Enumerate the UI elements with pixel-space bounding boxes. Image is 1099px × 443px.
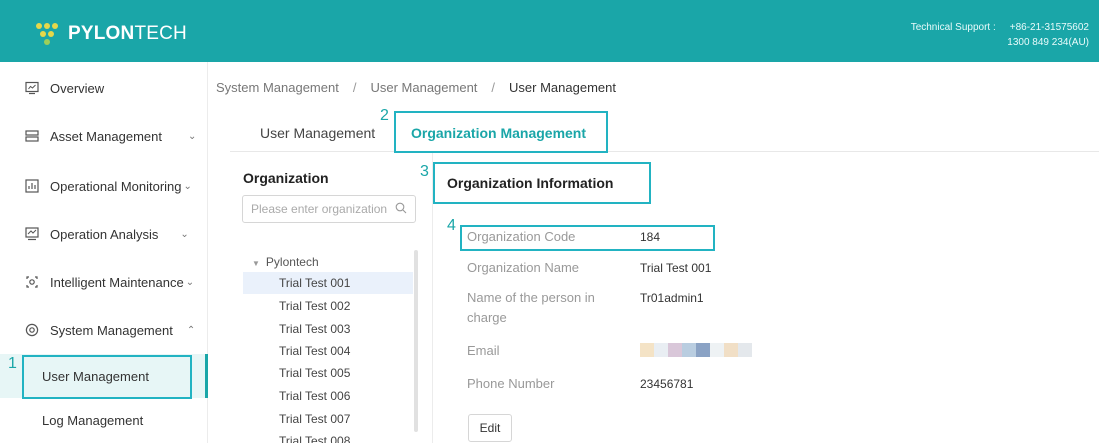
sidebar-item-label: Operational Monitoring [50,178,182,194]
field-label-phone-number: Phone Number [467,376,555,391]
field-value-organization-name: Trial Test 001 [640,261,712,275]
sidebar-item-system-management[interactable]: System Management ⌃ [0,306,208,354]
server-icon [24,128,40,144]
tree-item[interactable]: Trial Test 001 [243,272,413,294]
chevron-down-icon: ⌄ [180,228,189,240]
field-value-person-in-charge: Tr01admin1 [640,291,704,305]
field-label-email: Email [467,343,500,358]
breadcrumb-item[interactable]: User Management [370,80,477,95]
callout-box-organization-tab [394,111,608,153]
tree-item[interactable]: Trial Test 006 [243,385,413,407]
tree-root-label: Pylontech [265,255,319,269]
field-label-person-in-charge: Name of the person in [467,290,595,305]
maintenance-icon [24,274,40,290]
callout-box-organization-code [460,225,715,251]
breadcrumb-separator: / [352,80,357,95]
chevron-up-icon: ⌃ [186,324,196,336]
edit-button[interactable]: Edit [468,414,512,442]
tree-item[interactable]: Trial Test 007 [243,408,413,430]
tab-user-management[interactable]: User Management [260,116,375,152]
callout-number-1: 1 [8,355,17,372]
email-redacted [640,343,752,357]
organization-search-input[interactable]: Please enter organization [242,195,416,223]
tab-bar: User Management Organization Management [230,116,1099,153]
sidebar-subitem-label: Log Management [42,412,144,428]
tree-item[interactable]: Trial Test 002 [243,295,413,317]
technical-support: Technical Support : +86-21-31575602 1300… [911,20,1089,50]
sidebar-item-operation-analysis[interactable]: Operation Analysis ⌄ [0,210,208,258]
tree-item[interactable]: Trial Test 004 [243,340,413,362]
callout-number-3: 3 [420,163,429,180]
organization-tree-title: Organization [243,170,329,186]
sidebar-item-label: Asset Management [50,128,163,144]
monitor-icon [24,80,40,96]
support-phone-1: +86-21-31575602 [1009,22,1089,33]
tree-scrollbar[interactable] [414,250,418,432]
callout-number-4: 4 [447,217,456,234]
callout-number-2: 2 [380,107,389,124]
breadcrumb-item[interactable]: System Management [216,80,339,95]
settings-icon [24,322,40,338]
pylontech-logo[interactable]: PYLONTECH [36,22,187,46]
breadcrumb-separator: / [491,80,496,95]
tree-item[interactable]: Trial Test 005 [243,362,413,384]
sidebar-item-asset-management[interactable]: Asset Management ⌄ [0,112,208,160]
chevron-down-icon: ⌄ [185,276,195,288]
search-placeholder: Please enter organization [251,202,388,216]
callout-box-user-management [22,355,192,399]
field-label-organization-name: Organization Name [467,260,579,275]
logo-text-bold: PYLON [68,23,135,44]
top-header: PYLONTECH Technical Support : +86-21-315… [0,0,1099,62]
sidebar-subitem-log-management[interactable]: Log Management [0,398,208,442]
logo-text-light: TECH [134,23,187,44]
analysis-icon [24,226,40,242]
field-label-person-in-charge-line2: charge [467,310,507,325]
sidebar-item-label: Intelligent Maintenance [50,274,184,290]
support-phone-2: 1300 849 234(AU) [1007,37,1089,48]
logo-mark-icon [36,23,62,45]
sidebar-item-intelligent-maintenance[interactable]: Intelligent Maintenance ⌄ [0,258,208,306]
tree-item[interactable]: Trial Test 003 [243,318,413,340]
breadcrumb-current: User Management [509,80,616,95]
search-icon[interactable] [395,202,407,217]
sidebar-item-label: Operation Analysis [50,226,159,242]
callout-box-info-title [433,162,651,204]
tree-item[interactable]: Trial Test 008 [243,430,413,443]
breadcrumb: System Management / User Management / Us… [216,80,616,95]
sidebar-item-overview[interactable]: Overview [0,64,208,112]
sidebar-item-operational-monitoring[interactable]: Operational Monitoring ⌄ [0,162,208,210]
caret-down-icon[interactable]: ▼ [252,259,260,268]
sidebar-item-label: System Management [50,322,173,338]
support-label: Technical Support : [910,22,996,33]
tree-root-node[interactable]: ▼ Pylontech [252,255,319,269]
chevron-down-icon: ⌄ [188,130,197,142]
field-value-phone-number: 23456781 [640,377,694,391]
chevron-down-icon: ⌄ [183,180,192,192]
sidebar-item-label: Overview [50,80,105,96]
chart-icon [24,178,40,194]
